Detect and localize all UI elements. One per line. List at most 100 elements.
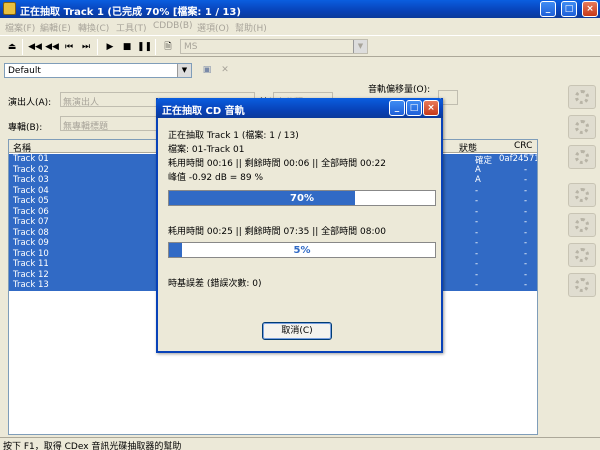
next-icon[interactable]: ⏭ [79,40,93,54]
track-crc: - [524,175,528,185]
dialog-maximize-button[interactable]: □ [406,100,422,116]
previous-icon[interactable]: ⏮ [62,40,76,54]
profile-select-value: Default [8,66,41,76]
menu-cddb[interactable]: CDDB(B) [153,21,193,31]
menu-help[interactable]: 幫助(H) [235,21,267,34]
track-crc: - [524,164,528,175]
eject-icon[interactable]: ⏏ [5,40,19,54]
dialog-track-line: 正在抽取 Track 1 (檔案: 1 / 13) [168,131,299,141]
track-crc: - [524,196,528,206]
header-status[interactable]: 狀態 [459,141,477,154]
dialog-total-time-line: 耗用時間 00:25 || 剩餘時間 07:35 || 全部時間 08:00 [168,227,386,237]
header-crc[interactable]: CRC [514,141,532,151]
minimize-button[interactable]: _ [540,1,556,17]
dialog-peak-line: 峰值 -0.92 dB = 89 % [168,173,264,183]
pause-icon[interactable]: ❚❚ [137,40,152,54]
menu-edit[interactable]: 編輯(E) [40,21,71,34]
gear-icon [575,248,589,262]
status-bar: 按下 F1，取得 CDex 音訊光碟抽取器的幫助 [0,437,600,450]
dialog-file-line: 檔案: 01-Track 01 [168,145,245,155]
track-name: Track 11 [13,259,49,269]
gear-icon [575,278,589,292]
menu-options[interactable]: 選項(O) [197,21,229,34]
window-title: 正在抽取 Track 1 (已完成 70% [檔案: 1 / 13) [20,7,241,18]
track-crc: - [524,206,528,217]
dialog-time-line: 耗用時間 00:16 || 剩餘時間 00:06 || 全部時間 00:22 [168,159,386,169]
jitter-line: 時基誤差 (錯誤次數: 0) [168,279,262,289]
menu-convert[interactable]: 轉換(C) [78,21,109,34]
track-status: A [475,164,481,175]
artist-label: 演出人(A): [8,98,52,108]
track-crc: - [524,217,528,227]
window-title-bar: 正在抽取 Track 1 (已完成 70% [檔案: 1 / 13) _ □ × [0,0,600,18]
track-crc: - [524,248,528,259]
track-status: - [475,248,479,259]
dialog-minimize-button[interactable]: _ [389,100,405,116]
side-toolbar [566,85,598,300]
profile-select[interactable]: Default ▼ [4,63,192,78]
gear-icon [575,120,589,134]
toolbar-separator [97,39,98,55]
stop-icon[interactable]: ■ [120,40,134,54]
rip-progress-dialog: 正在抽取 CD 音軌 _ □ × 正在抽取 Track 1 (檔案: 1 / 1… [156,98,443,353]
header-name[interactable]: 名稱 [13,141,31,154]
toolbar-separator [22,39,23,55]
track-status: - [475,269,479,280]
track-crc: - [524,269,528,280]
toolbar: ⏏ ◀◀ ◀◀ ⏮ ⏭ ▶ ■ ❚❚ 🗎 MS ▼ [0,35,600,57]
track-name: Track 12 [13,269,49,280]
track-name: Track 03 [13,175,49,185]
track-name: Track 13 [13,280,49,290]
cdex-app-icon[interactable] [3,2,16,15]
track-name: Track 08 [13,227,49,238]
chevron-down-icon: ▼ [353,40,367,53]
album-label: 專輯(B): [8,123,43,133]
total-progress-bar: 5% [168,242,436,258]
settings-button[interactable] [568,273,596,297]
extract-mp3-button[interactable] [568,145,596,169]
toolbar-separator [155,39,156,55]
track-crc: 0af24571 [499,154,538,164]
track-crc: - [524,227,528,238]
drive-select-value: MS [184,42,198,52]
cancel-button[interactable]: 取消(C) [262,322,332,340]
dialog-close-button[interactable]: × [423,100,439,116]
gear-icon [575,188,589,202]
track-name: Track 04 [13,185,49,196]
menu-file[interactable]: 檔案(F) [5,21,35,34]
convert-wav-button[interactable] [568,213,596,237]
track-status: - [475,238,479,248]
track-crc: - [524,185,528,196]
status-text: 按下 F1，取得 CDex 音訊光碟抽取器的幫助 [3,442,182,450]
drive-select[interactable]: MS ▼ [180,39,368,54]
maximize-button[interactable]: □ [561,1,577,17]
track-progress-bar: 70% [168,190,436,206]
save-profile-icon[interactable]: ▣ [200,63,214,77]
menu-tools[interactable]: 工具(T) [116,21,147,34]
dialog-title-bar: 正在抽取 CD 音軌 _ □ × [156,98,443,118]
track-crc: - [524,280,528,290]
close-button[interactable]: × [582,1,598,17]
track-status: - [475,259,479,269]
track-status: - [475,185,479,196]
track-name: Track 02 [13,164,49,175]
extract-partial-button[interactable] [568,115,596,139]
cdinfo-icon[interactable]: 🗎 [161,40,175,54]
track-status: - [475,227,479,238]
gear-icon [575,218,589,232]
play-button[interactable] [568,243,596,267]
rewind-start-icon[interactable]: ◀◀ [28,40,42,54]
track-crc: - [524,259,528,269]
rewind-icon[interactable]: ◀◀ [45,40,59,54]
delete-profile-icon[interactable]: ✕ [218,63,232,77]
track-name: Track 05 [13,196,49,206]
track-status: - [475,217,479,227]
play-icon[interactable]: ▶ [103,40,117,54]
gear-icon [575,150,589,164]
convert-button[interactable] [568,183,596,207]
extract-button[interactable] [568,85,596,109]
track-name: Track 01 [13,154,49,164]
track-name: Track 07 [13,217,49,227]
track-offset-label: 音軌偏移量(O): [368,85,431,95]
track-status: - [475,206,479,217]
